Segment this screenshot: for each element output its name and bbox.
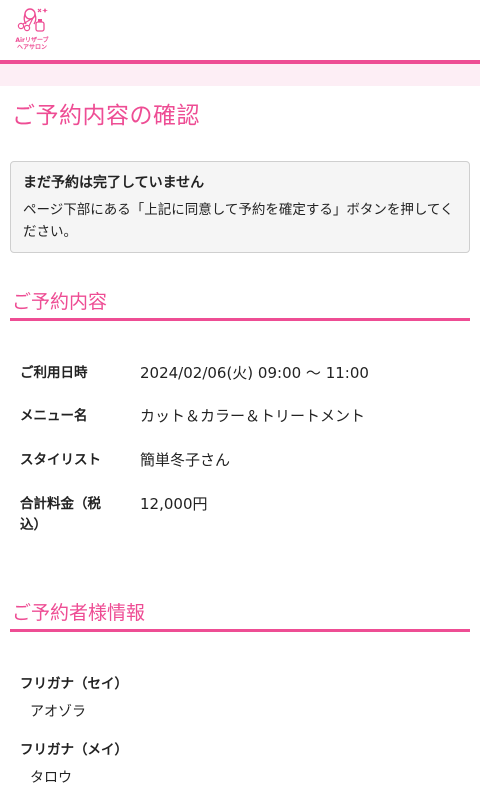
reservation-section-title: ご予約内容 [12,291,108,313]
hair-salon-logo[interactable]: Airリザーブ ヘアサロン [14,6,50,54]
detail-value: カット＆カラー＆トリートメント [140,407,366,425]
detail-value: 簡単冬子さん [140,451,231,469]
notice-title: まだ予約は完了していません [23,175,205,191]
detail-label: メニュー名 [20,408,88,424]
logo-text: Airリザーブ ヘアサロン [14,37,50,51]
field-value: アオゾラ [30,704,86,720]
customer-field-mei: フリガナ（メイ） タロウ [20,740,460,788]
notice-body: ページ下部にある「上記に同意して予約を確定する」ボタンを押してください。 [23,202,454,240]
detail-label: ご利用日時 [20,365,88,381]
section-divider [10,629,470,632]
hair-salon-logo-icon [17,8,48,32]
header: Airリザーブ ヘアサロン [0,0,480,60]
header-band [0,64,480,86]
field-value: タロウ [30,770,72,786]
customer-section-title: ご予約者様情報 [12,602,146,624]
detail-value: 12,000円 [140,495,208,513]
field-label: フリガナ（メイ） [20,742,128,758]
section-divider [10,318,470,321]
notice-box: まだ予約は完了していません ページ下部にある「上記に同意して予約を確定する」ボタ… [10,161,470,253]
customer-field-sei: フリガナ（セイ） アオゾラ [20,674,460,722]
logo-text-line: ヘアサロン [16,44,47,51]
detail-label: 合計料金（税込） [20,496,101,533]
field-label: フリガナ（セイ） [20,676,128,692]
logo-text-line: Airリザーブ [15,37,49,44]
page-title: ご予約内容の確認 [12,103,200,129]
detail-label: スタイリスト [20,452,101,468]
detail-value: 2024/02/06(火) 09:00 〜 11:00 [140,364,369,382]
